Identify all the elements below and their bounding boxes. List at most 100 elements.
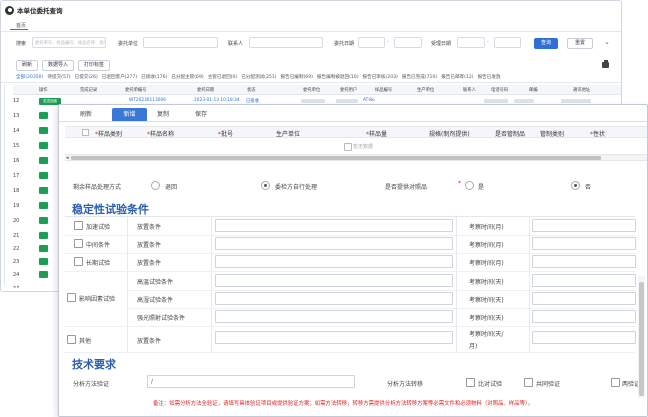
accept-date-start-input[interactable]: [457, 37, 485, 48]
tab-status[interactable]: 报告已编制(69): [281, 74, 313, 80]
light-time-input[interactable]: [532, 310, 636, 323]
query-button[interactable]: 查询: [534, 38, 558, 49]
tab-status[interactable]: 主管已退回(0): [208, 74, 237, 80]
tab-status[interactable]: 报告已发放: [478, 74, 501, 80]
search-input[interactable]: 委托单号、样品编号、样品名称、批号、委托...: [32, 37, 106, 48]
tab-status[interactable]: 报告已邮寄(12): [441, 74, 473, 80]
tab-status[interactable]: 报告已审核(203): [363, 74, 398, 80]
scrollbar-thumb[interactable]: [639, 282, 644, 396]
row-action-icon[interactable]: [39, 271, 48, 278]
unit-input[interactable]: [143, 37, 218, 48]
row-action-icon[interactable]: [39, 172, 48, 179]
other-time-input[interactable]: [532, 331, 636, 344]
add-button[interactable]: 新增: [112, 108, 147, 121]
intermediate-checkbox[interactable]: [74, 239, 83, 248]
divider: [211, 217, 212, 353]
select-all-checkbox[interactable]: [82, 129, 89, 136]
pager[interactable]: ◂ ▸: [13, 284, 20, 290]
vertical-scrollbar[interactable]: [638, 276, 645, 398]
row-action-icon[interactable]: [39, 127, 48, 134]
tab-status[interactable]: 已分配主管(69): [171, 74, 203, 80]
self-handle-radio[interactable]: [261, 181, 270, 190]
joint-checkbox[interactable]: [524, 378, 533, 387]
refresh-button[interactable]: 刷新: [16, 60, 39, 71]
time-label: 考察时间(月): [469, 242, 504, 249]
intermediate-time-input[interactable]: [532, 237, 636, 250]
accelerated-condition-input[interactable]: [215, 219, 453, 232]
row-action-icon[interactable]: [39, 217, 48, 224]
other-condition-input[interactable]: [215, 331, 453, 344]
tab-status[interactable]: 已退回客户(277): [102, 74, 137, 80]
date-end-input[interactable]: [394, 37, 422, 48]
row-action-icon[interactable]: [39, 232, 48, 239]
search-label: 搜索: [16, 41, 27, 47]
column-header: 生产单位: [417, 88, 435, 93]
high-temp-input[interactable]: [215, 274, 453, 287]
divider: [65, 326, 635, 327]
divider: [65, 216, 635, 217]
row-number: 18: [13, 188, 20, 194]
row-action-icon[interactable]: [39, 142, 48, 149]
row-action-icon[interactable]: [39, 245, 48, 252]
light-input[interactable]: [215, 310, 453, 323]
row-action-icon[interactable]: [39, 187, 48, 194]
row-action-icon[interactable]: [39, 112, 48, 119]
high-temp-time-input[interactable]: [532, 274, 636, 287]
high-humidity-input[interactable]: [215, 292, 453, 305]
reset-button[interactable]: 重置: [567, 38, 593, 49]
breadcrumb[interactable]: 首页: [9, 22, 29, 30]
other-checkbox[interactable]: [67, 335, 76, 344]
longterm-condition-input[interactable]: [215, 255, 453, 268]
refresh-button[interactable]: 刷新: [74, 108, 98, 121]
print-label-button[interactable]: 打印标签: [78, 60, 111, 71]
order-code-link[interactable]: WT20230113006: [129, 98, 166, 103]
tab-status[interactable]: 已提交(26): [75, 74, 98, 80]
horizontal-scrollbar[interactable]: ◂: [65, 154, 647, 161]
compare-checkbox[interactable]: [466, 378, 475, 387]
intermediate-condition-input[interactable]: [215, 237, 453, 250]
row-number: 22: [13, 246, 20, 252]
printer-icon[interactable]: [602, 60, 609, 68]
influence-checkbox[interactable]: [67, 293, 76, 302]
condition-label: 放置条件: [137, 338, 162, 345]
time-label: 月): [469, 343, 478, 350]
save-button[interactable]: 保存: [189, 108, 213, 121]
scrollbar-thumb[interactable]: [71, 156, 601, 160]
tab-status[interactable]: 报告编制被退回(10): [317, 74, 359, 80]
reference-no-radio[interactable]: [571, 181, 580, 190]
tab-status[interactable]: 已接收(176): [141, 74, 167, 80]
import-button[interactable]: 数据导入: [42, 60, 75, 71]
accelerated-checkbox[interactable]: [74, 221, 83, 230]
accept-date-dash: -: [487, 39, 489, 45]
scroll-left-icon[interactable]: ◂: [66, 155, 69, 161]
return-radio[interactable]: [151, 181, 160, 190]
self-handle-label: 委检方自行处理: [275, 184, 318, 191]
contact-input[interactable]: [249, 37, 323, 48]
accelerated-time-input[interactable]: [532, 219, 636, 232]
tech-section-title: 技术要求: [72, 358, 116, 371]
method-validation-input[interactable]: /: [147, 375, 355, 388]
tab-status[interactable]: 待提交(57): [47, 74, 70, 80]
reference-yes-radio[interactable]: [465, 181, 474, 190]
column-header: 委托单位: [303, 88, 321, 93]
date-start-input[interactable]: [358, 37, 385, 48]
chevron-down-icon[interactable]: ⌄: [604, 38, 610, 46]
tab-status[interactable]: 已分配测试(251): [241, 74, 276, 80]
column-header: 操作: [39, 88, 48, 93]
tab-status[interactable]: 报告已完成(710): [402, 74, 437, 80]
tab-all[interactable]: 全部(20350): [16, 74, 43, 80]
column-header: *样品类别: [95, 131, 123, 138]
row-action-icon[interactable]: [39, 202, 48, 209]
divider: [529, 217, 530, 353]
high-humidity-time-input[interactable]: [532, 292, 636, 305]
accept-date-end-input[interactable]: [494, 37, 521, 48]
row-action-icon[interactable]: [39, 258, 48, 265]
column-header: 规格(制剂提供): [429, 131, 470, 138]
row-action-icon[interactable]: [39, 157, 48, 164]
copy-button[interactable]: 复制: [151, 108, 175, 121]
column-header: 邮编: [529, 88, 538, 93]
longterm-checkbox[interactable]: [74, 257, 83, 266]
window-title-text: 本单位委托查询: [17, 7, 63, 15]
two-way-checkbox[interactable]: [611, 378, 620, 387]
longterm-time-input[interactable]: [532, 255, 636, 268]
